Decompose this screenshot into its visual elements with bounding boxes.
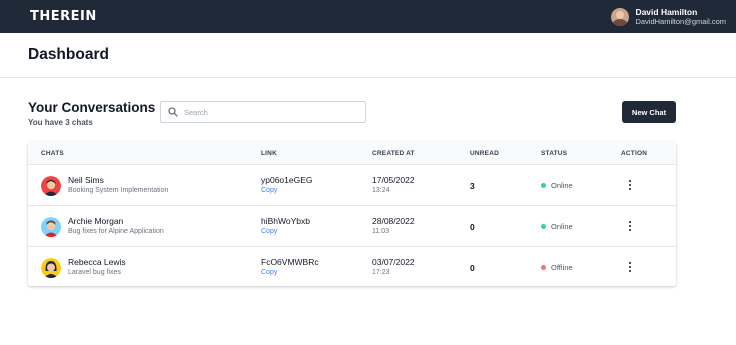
search-input[interactable] xyxy=(184,107,354,117)
search-box[interactable] xyxy=(160,101,366,123)
copy-link[interactable]: Copy xyxy=(261,269,277,276)
unread-count: 0 xyxy=(470,263,475,273)
status-badge: Online xyxy=(541,181,573,190)
search-icon xyxy=(168,107,178,117)
conversations-title: Your Conversations xyxy=(28,100,156,115)
table-header: CHATS LINK CREATED AT UNREAD STATUS ACTI… xyxy=(28,142,676,164)
chat-description: Laravel bug fixes xyxy=(68,269,121,276)
copy-link[interactable]: Copy xyxy=(261,187,277,194)
column-header-status: STATUS xyxy=(541,149,568,157)
table-row[interactable]: Neil Sims Booking System Implementation … xyxy=(28,164,676,205)
chat-link: hiBhWoYbxb xyxy=(261,216,310,226)
chat-name: Neil Sims xyxy=(68,175,104,185)
chat-count: You have 3 chats xyxy=(28,118,93,127)
column-header-action: ACTION xyxy=(621,149,648,157)
unread-count: 3 xyxy=(470,181,475,191)
created-time: 11:03 xyxy=(372,228,389,235)
status-label: Offline xyxy=(551,263,573,272)
chat-name: Rebecca Lewis xyxy=(68,257,126,267)
top-navbar: THEREIN David Hamilton DavidHamilton@gma… xyxy=(0,0,736,33)
new-chat-button[interactable]: New Chat xyxy=(622,101,676,123)
page-title: Dashboard xyxy=(28,46,109,63)
unread-count: 0 xyxy=(470,222,475,232)
user-email: DavidHamilton@gmail.com xyxy=(635,16,726,26)
status-label: Online xyxy=(551,181,573,190)
conversations-table: CHATS LINK CREATED AT UNREAD STATUS ACTI… xyxy=(28,142,676,286)
created-time: 17:23 xyxy=(372,269,390,276)
more-options-icon[interactable] xyxy=(624,218,636,234)
column-header-link: LINK xyxy=(261,149,277,157)
copy-link[interactable]: Copy xyxy=(261,228,277,235)
table-row[interactable]: Archie Morgan Bug fixes for Alpine Appli… xyxy=(28,205,676,246)
table-row[interactable]: Rebecca Lewis Laravel bug fixes FcO6VMWB… xyxy=(28,246,676,286)
column-header-created-at: CREATED AT xyxy=(372,149,415,157)
user-avatar[interactable] xyxy=(611,7,630,26)
chat-link: FcO6VMWBRc xyxy=(261,257,319,267)
created-date: 17/05/2022 xyxy=(372,175,415,185)
avatar xyxy=(41,258,61,278)
chat-name: Archie Morgan xyxy=(68,216,124,226)
chat-link: yp06o1eGEG xyxy=(261,175,313,185)
status-label: Online xyxy=(551,222,573,231)
more-options-icon[interactable] xyxy=(624,177,636,193)
user-info: David Hamilton DavidHamilton@gmail.com xyxy=(635,6,726,26)
avatar xyxy=(41,176,61,196)
column-header-chats: CHATS xyxy=(41,149,64,157)
user-name: David Hamilton xyxy=(635,6,698,17)
chat-description: Booking System Implementation xyxy=(68,187,169,194)
status-badge: Online xyxy=(541,222,573,231)
more-options-icon[interactable] xyxy=(624,259,636,275)
online-dot-icon xyxy=(541,183,546,188)
user-menu[interactable]: David Hamilton DavidHamilton@gmail.com xyxy=(611,6,726,26)
page-header: Dashboard xyxy=(0,33,736,78)
status-badge: Offline xyxy=(541,263,573,272)
avatar xyxy=(41,217,61,237)
app-logo[interactable]: THEREIN xyxy=(30,9,97,24)
created-date: 03/07/2022 xyxy=(372,257,415,267)
offline-dot-icon xyxy=(541,265,546,270)
online-dot-icon xyxy=(541,224,546,229)
chat-description: Bug fixes for Alpine Application xyxy=(68,228,164,235)
column-header-unread: UNREAD xyxy=(470,149,500,157)
created-date: 28/08/2022 xyxy=(372,216,415,226)
created-time: 13:24 xyxy=(372,187,390,194)
